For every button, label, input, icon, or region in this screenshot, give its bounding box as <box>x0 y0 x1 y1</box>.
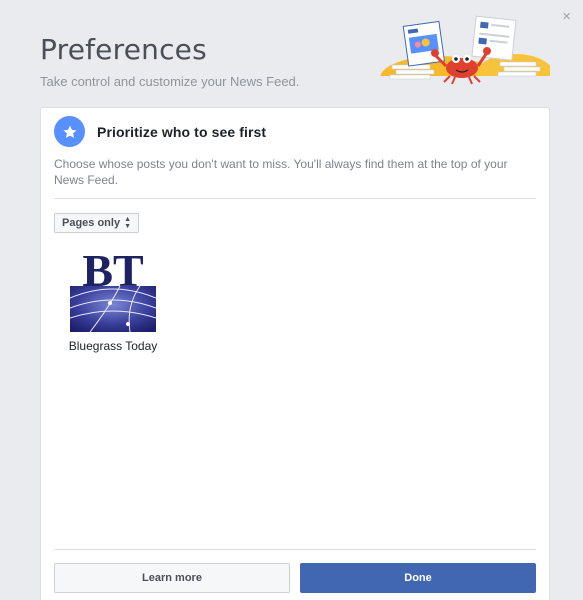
page-name: Bluegrass Today <box>68 339 158 353</box>
learn-more-button[interactable]: Learn more <box>54 563 290 593</box>
svg-text:BT: BT <box>82 246 143 296</box>
section-description: Choose whose posts you don't want to mis… <box>54 157 508 187</box>
header: Preferences Take control and customize y… <box>40 33 299 89</box>
filter-selected-label: Pages only <box>62 217 121 229</box>
pages-filter-dropdown[interactable]: Pages only ▲ ▼ <box>54 213 140 233</box>
preferences-card: Prioritize who to see first Choose whose… <box>40 107 550 600</box>
page-tile[interactable]: BT Bluegrass Today <box>65 246 161 353</box>
divider <box>54 198 536 199</box>
page-title: Preferences <box>40 33 207 66</box>
page-subtitle: Take control and customize your News Fee… <box>40 74 300 89</box>
crab-illustration-icon <box>380 15 550 90</box>
section-header: Prioritize who to see first <box>54 116 266 147</box>
divider <box>54 549 536 550</box>
star-icon <box>54 116 85 147</box>
close-icon[interactable]: × <box>562 9 571 24</box>
page-logo: BT <box>70 246 156 332</box>
sort-arrows-icon: ▲ ▼ <box>124 216 132 230</box>
done-button[interactable]: Done <box>300 563 536 593</box>
section-title: Prioritize who to see first <box>97 123 267 140</box>
